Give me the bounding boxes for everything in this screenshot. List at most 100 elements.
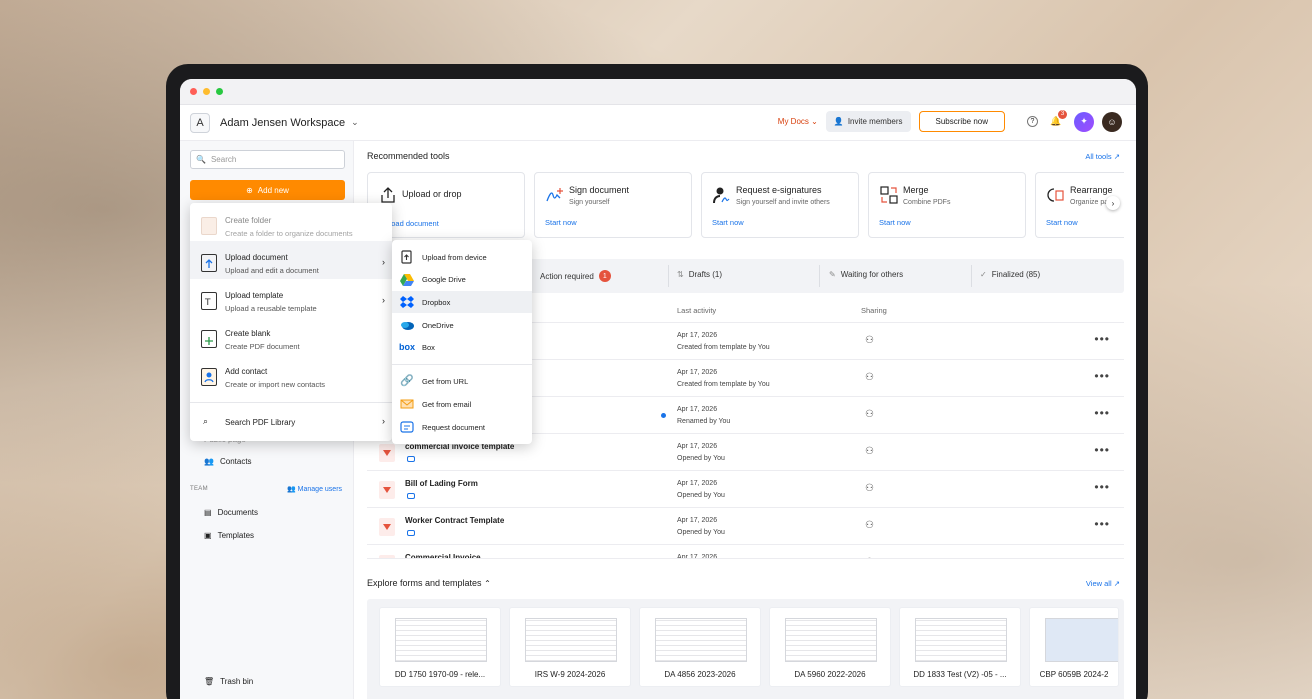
tab-drafts[interactable]: ⇅ Drafts (1) — [677, 270, 722, 279]
get-from-url[interactable]: 🔗 Get from URL — [392, 370, 532, 392]
share-user-icon[interactable]: ⚇ — [865, 483, 874, 494]
comment-icon[interactable] — [407, 530, 415, 536]
tool-request-esignatures[interactable]: Request e-signatures Sign yourself and i… — [701, 172, 859, 238]
add-new-button[interactable]: ⊕ Add new — [190, 180, 345, 200]
form-thumbnail — [1045, 618, 1118, 662]
upload-google-drive[interactable]: Google Drive — [392, 268, 532, 290]
tab-action-required[interactable]: Action required 1 — [540, 270, 611, 282]
check-circle-icon: ✓ — [980, 270, 987, 279]
document-name[interactable]: Worker Contract Template — [405, 516, 504, 525]
activity-text: Created from template by You — [677, 381, 770, 388]
user-avatar[interactable]: ☺ — [1102, 111, 1122, 132]
more-options-icon[interactable]: ••• — [1094, 517, 1110, 531]
sidebar-item-trash[interactable]: 🗑 Trash bin — [204, 677, 253, 686]
share-user-icon[interactable]: ⚇ — [865, 520, 874, 531]
menu-item-add-contact[interactable]: Add contact Create or import new contact… — [190, 355, 392, 393]
workspace-name[interactable]: Adam Jensen Workspace — [220, 117, 345, 129]
search-icon: ⌕ — [203, 416, 209, 426]
template-icon: T — [201, 292, 217, 310]
form-card[interactable]: CBP 6059B 2024-2 — [1029, 607, 1119, 687]
activity-text: Renamed by You — [677, 418, 731, 425]
form-card[interactable]: IRS W-9 2024-2026 — [509, 607, 631, 687]
menu-item-create-folder[interactable]: Create folder Create a folder to organiz… — [190, 203, 392, 241]
form-title: DA 5960 2022-2026 — [794, 670, 866, 679]
upload-onedrive[interactable]: OneDrive — [392, 314, 532, 336]
search-input[interactable]: 🔍 Search — [190, 150, 345, 169]
trash-icon: 🗑 — [204, 677, 215, 686]
action-count-badge: 1 — [598, 270, 611, 282]
column-last-activity: Last activity — [677, 306, 717, 315]
table-row[interactable]: Bill of Lading Form Apr 17, 2026 Opened … — [367, 471, 1124, 508]
tab-divider — [819, 265, 820, 287]
close-window-dot[interactable] — [190, 88, 197, 95]
menu-item-create-blank[interactable]: Create blank Create PDF document — [190, 317, 392, 355]
form-card[interactable]: DA 5960 2022-2026 — [769, 607, 891, 687]
comment-icon[interactable] — [407, 493, 415, 499]
workspace-avatar[interactable]: A — [190, 112, 210, 133]
get-from-email[interactable]: Get from email — [392, 393, 532, 415]
ai-assistant-icon[interactable]: ✦ — [1074, 111, 1094, 132]
window-titlebar — [180, 79, 1136, 105]
share-user-icon[interactable]: ⚇ — [865, 409, 874, 420]
onedrive-icon — [400, 318, 414, 332]
chevron-right-icon[interactable]: › — [1106, 196, 1120, 210]
tab-finalized[interactable]: ✓ Finalized (85) — [980, 270, 1040, 279]
more-options-icon[interactable]: ••• — [1094, 406, 1110, 420]
my-docs-dropdown[interactable]: My Docs ⌄ — [778, 117, 818, 126]
view-all-link[interactable]: View all ↗ — [1086, 579, 1120, 588]
table-row[interactable]: Worker Contract Template Apr 17, 2026 Op… — [367, 508, 1124, 545]
menu-item-upload-template[interactable]: T Upload template Upload a reusable temp… — [190, 279, 392, 317]
merge-icon — [879, 185, 899, 205]
upload-dropbox[interactable]: Dropbox — [392, 291, 532, 313]
chevron-down-icon[interactable]: ⌄ — [351, 117, 359, 128]
form-card[interactable]: DD 1833 Test (V2) -05 - ... — [899, 607, 1021, 687]
upload-from-device[interactable]: Upload from device — [392, 246, 532, 268]
tool-rearrange[interactable]: Rearrange Organize pages Start now › — [1035, 172, 1124, 238]
manage-users-link[interactable]: 👥 Manage users — [287, 485, 342, 493]
users-icon: 👥 — [287, 486, 296, 493]
more-options-icon[interactable]: ••• — [1094, 480, 1110, 494]
maximize-window-dot[interactable] — [216, 88, 223, 95]
more-options-icon[interactable]: ••• — [1094, 443, 1110, 457]
bell-icon[interactable]: 🔔 3 — [1046, 109, 1067, 132]
all-tools-link[interactable]: All tools ↗ — [1085, 152, 1120, 161]
menu-item-upload-document[interactable]: Upload document Upload and edit a docume… — [190, 241, 392, 279]
table-row[interactable]: Commercial Invoice Apr 17, 2026 ⚇ ••• — [367, 545, 1124, 559]
chevron-right-icon: › — [382, 257, 385, 267]
share-user-icon[interactable]: ⚇ — [865, 557, 874, 558]
contact-book-icon — [201, 368, 217, 386]
share-user-icon[interactable]: ⚇ — [865, 335, 874, 346]
activity-date: Apr 17, 2026 — [677, 517, 718, 524]
form-title: CBP 6059B 2024-2 — [1039, 670, 1109, 679]
more-options-icon[interactable]: ••• — [1094, 332, 1110, 346]
upload-box[interactable]: box Box — [392, 336, 532, 358]
blank-document-icon — [201, 330, 217, 348]
comment-icon[interactable] — [407, 456, 415, 462]
tool-merge[interactable]: Merge Combine PDFs Start now — [868, 172, 1026, 238]
subscribe-button[interactable]: Subscribe now — [918, 111, 1005, 132]
invite-members-button[interactable]: 👤 Invite members — [825, 111, 911, 132]
more-options-icon[interactable]: ••• — [1094, 369, 1110, 383]
pdf-file-icon — [379, 481, 395, 499]
tab-waiting[interactable]: ✎ Waiting for others — [829, 270, 903, 279]
sidebar-item-contacts[interactable]: 👥 Contacts — [204, 457, 252, 466]
sidebar-item-documents[interactable]: ▤ Documents — [204, 508, 258, 517]
share-user-icon[interactable]: ⚇ — [865, 372, 874, 383]
request-document[interactable]: Request document — [392, 416, 532, 438]
top-bar: A Adam Jensen Workspace ⌄ My Docs ⌄ 👤 Inv… — [180, 105, 1136, 141]
document-name[interactable]: Bill of Lading Form — [405, 479, 478, 488]
menu-item-search-pdf-library[interactable]: ⌕ Search PDF Library › — [190, 409, 392, 435]
form-title: DD 1750 1970-09 - rele... — [394, 670, 486, 679]
tool-sign[interactable]: Sign document Sign yourself Start now — [534, 172, 692, 238]
document-name[interactable]: Commercial Invoice — [405, 553, 481, 558]
form-card[interactable]: DD 1750 1970-09 - rele... — [379, 607, 501, 687]
help-icon[interactable]: ? — [1027, 116, 1038, 127]
minimize-window-dot[interactable] — [203, 88, 210, 95]
recommended-title: Recommended tools — [367, 151, 450, 161]
share-user-icon[interactable]: ⚇ — [865, 446, 874, 457]
chevron-up-icon[interactable]: ⌃ — [484, 579, 491, 588]
form-card[interactable]: DA 4856 2023-2026 — [639, 607, 761, 687]
more-options-icon[interactable]: ••• — [1094, 554, 1110, 558]
sidebar-item-templates[interactable]: ▣ Templates — [204, 531, 254, 540]
upload-document-icon — [201, 254, 217, 272]
